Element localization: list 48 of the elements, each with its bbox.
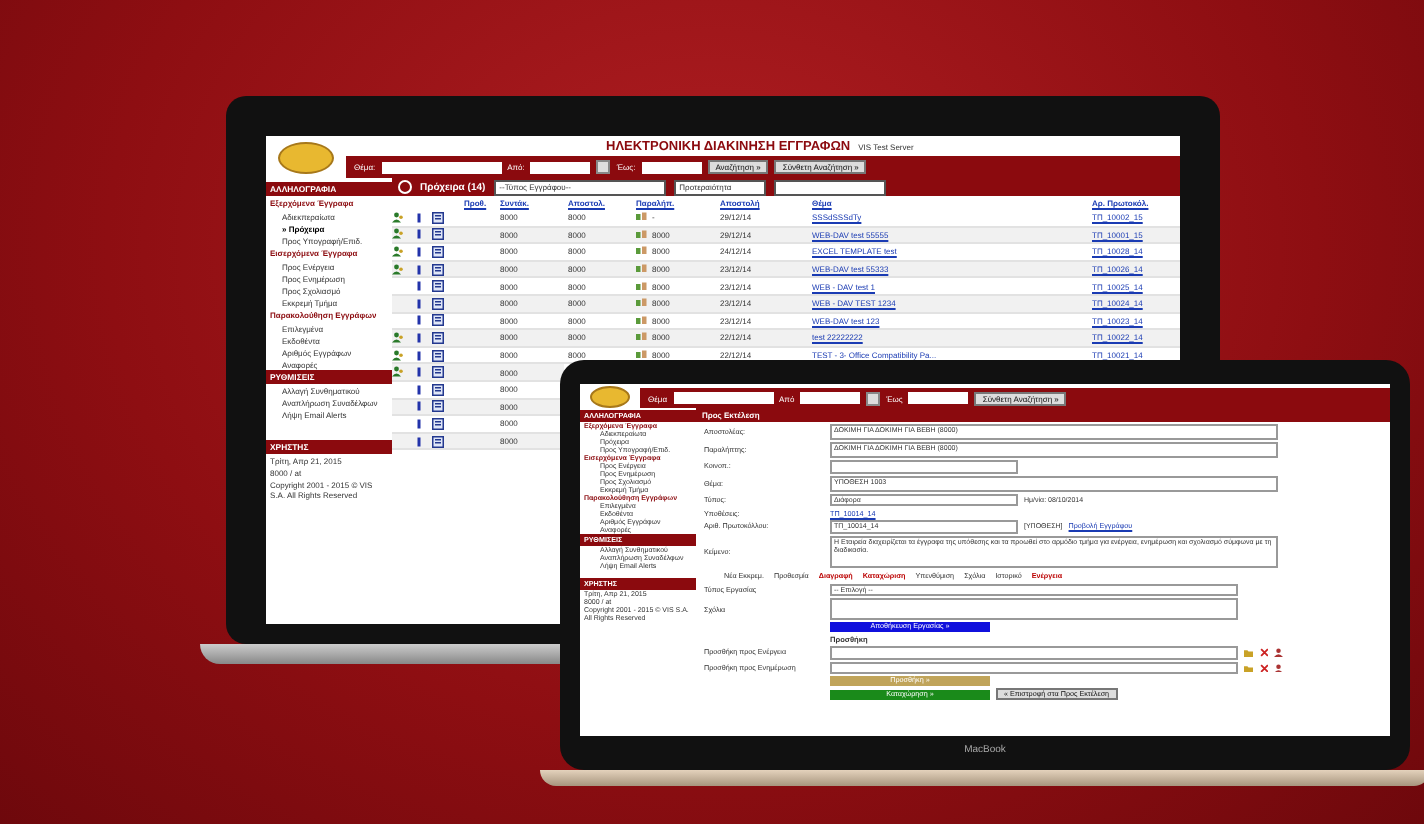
calendar-icon[interactable] [596,160,611,174]
document-icon[interactable] [432,435,444,448]
recipients-icon [636,350,648,361]
input-field[interactable] [830,646,1238,659]
close-icon[interactable] [1259,663,1268,672]
people-icon [392,228,404,241]
document-icon[interactable] [432,349,444,362]
calendar-icon[interactable] [866,391,881,405]
search-icon [398,180,412,194]
document-icon[interactable] [432,331,444,344]
comments-area[interactable] [830,598,1238,620]
filter-select[interactable] [773,179,886,195]
recipients-icon [636,315,648,326]
people-icon[interactable] [1274,648,1283,657]
people-icon [392,349,404,362]
to-field[interactable] [908,392,969,404]
recipients-icon [636,264,648,275]
document-icon[interactable] [432,297,444,310]
to-field[interactable] [641,161,702,173]
input-field[interactable] [830,661,1238,674]
people-icon[interactable] [1274,663,1283,672]
from-field[interactable] [800,392,861,404]
document-icon[interactable] [432,228,444,241]
document-icon[interactable] [432,383,444,396]
people-icon [392,245,404,258]
document-icon[interactable] [432,366,444,379]
people-icon [392,331,404,344]
document-icon[interactable] [432,417,444,430]
recipients-icon [636,332,648,343]
subject-field[interactable] [673,392,774,404]
recipients-icon [636,212,648,223]
document-icon[interactable] [432,400,444,413]
people-icon [392,366,404,379]
document-icon[interactable] [432,263,444,276]
subject-field[interactable] [381,161,502,173]
close-icon[interactable] [1259,648,1268,657]
recipients-icon [636,298,648,309]
recipients-icon [636,281,648,292]
recipients-icon [636,246,648,257]
document-icon[interactable] [432,280,444,293]
people-icon [392,263,404,276]
input-field[interactable] [830,460,1018,473]
people-icon [392,211,404,224]
document-icon[interactable] [432,314,444,327]
recipients-icon [636,229,648,240]
document-icon[interactable] [432,245,444,258]
document-icon[interactable] [432,211,444,224]
from-field[interactable] [530,161,591,173]
